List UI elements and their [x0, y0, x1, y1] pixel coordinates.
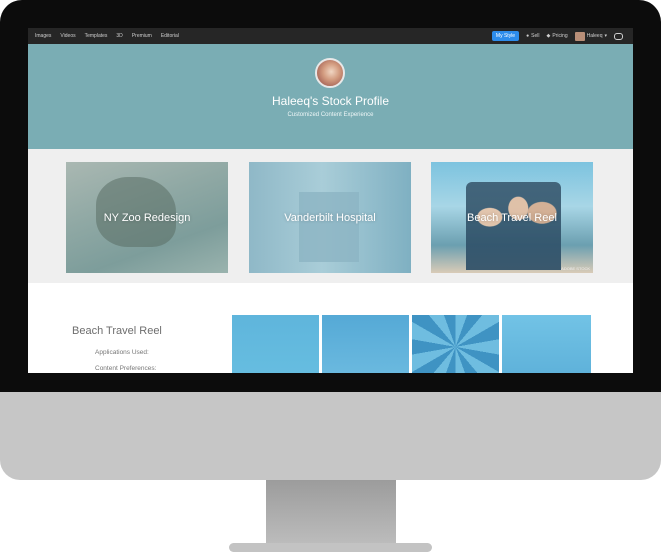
project-gallery: NY Zoo Redesign Vanderbilt Hospital Beac… [28, 149, 633, 283]
my-style-button[interactable]: My Style [491, 31, 520, 41]
sell-label: Sell [531, 33, 540, 39]
content-preferences-label: Content Preferences: [95, 365, 157, 372]
monitor-foot [229, 543, 432, 552]
profile-avatar [315, 58, 345, 88]
nav-link-images[interactable]: Images [35, 33, 51, 39]
project-card-beach[interactable]: Beach Travel Reel ADOBE STOCK [431, 162, 593, 273]
profile-banner: Haleeq's Stock Profile Customized Conten… [28, 44, 633, 149]
watermark: ADOBE STOCK [561, 266, 590, 271]
nav-links: Images Videos Templates 3D Premium Edito… [35, 28, 179, 44]
profile-title: Haleeq's Stock Profile [271, 94, 389, 108]
project-card-label: Vanderbilt Hospital [284, 211, 376, 224]
sell-icon: ● [526, 33, 530, 39]
reel-thumbnail[interactable] [232, 315, 319, 373]
chevron-down-icon: ▾ [604, 33, 607, 39]
cloud-icon[interactable] [614, 32, 623, 40]
nav-link-editorial[interactable]: Editorial [161, 33, 179, 39]
pricing-label: Pricing [552, 33, 568, 39]
screen: Images Videos Templates 3D Premium Edito… [28, 28, 633, 373]
nav-link-videos[interactable]: Videos [60, 33, 75, 39]
pricing-link[interactable]: ◆ Pricing [546, 33, 567, 39]
reel-thumbnail[interactable] [502, 315, 591, 373]
monitor-chin [0, 392, 661, 480]
nav-link-premium[interactable]: Premium [132, 33, 152, 39]
nav-link-3d[interactable]: 3D [116, 33, 122, 39]
top-nav: Images Videos Templates 3D Premium Edito… [28, 28, 633, 44]
user-name: Haleeq [586, 33, 603, 39]
tag-icon: ◆ [546, 33, 551, 39]
reel-title: Beach Travel Reel [72, 325, 162, 337]
applications-used-label: Applications Used: [95, 349, 149, 356]
user-avatar [574, 31, 585, 41]
monitor-stand [266, 480, 396, 546]
project-card-hospital[interactable]: Vanderbilt Hospital [249, 162, 411, 273]
nav-right: My Style ● Sell ◆ Pricing Haleeq ▾ [491, 28, 623, 44]
reel-thumbnail[interactable] [412, 315, 499, 373]
project-card-zoo[interactable]: NY Zoo Redesign [66, 162, 228, 273]
project-card-label: NY Zoo Redesign [103, 211, 191, 224]
profile-subtitle: Customized Content Experience [287, 112, 374, 118]
sell-link[interactable]: ● Sell [526, 33, 539, 39]
nav-link-templates[interactable]: Templates [85, 33, 108, 39]
project-card-label: Beach Travel Reel [467, 211, 557, 224]
reel-section: Beach Travel Reel Applications Used: Con… [28, 283, 633, 373]
user-menu[interactable]: Haleeq ▾ [574, 31, 607, 41]
reel-thumbnail[interactable] [322, 315, 409, 373]
